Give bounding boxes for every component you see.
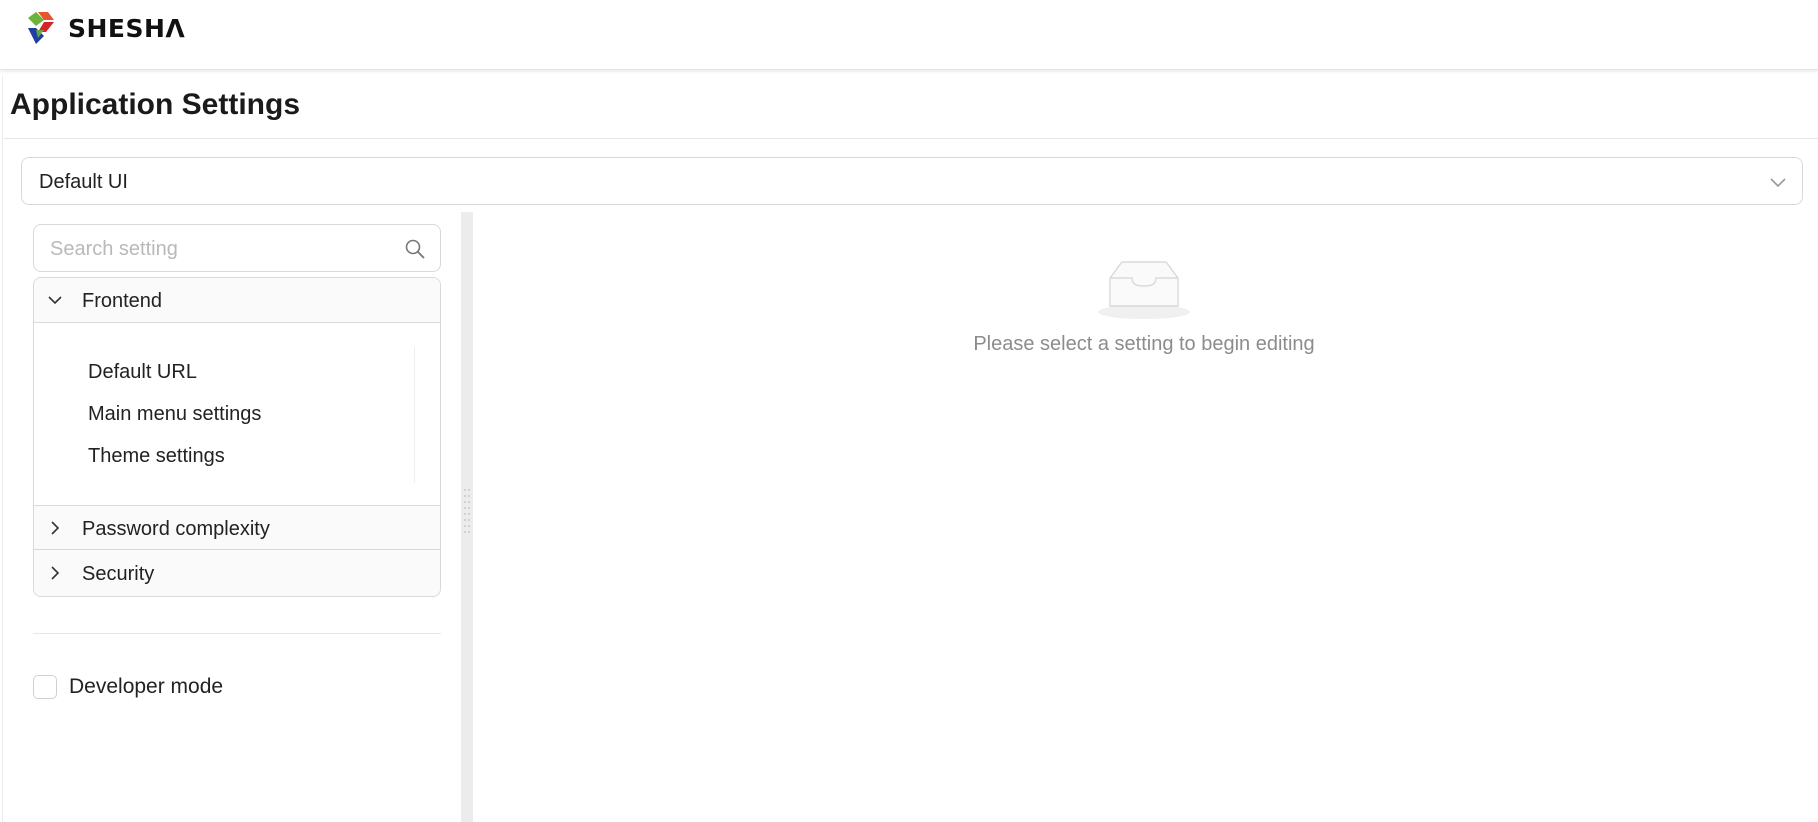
developer-mode-checkbox[interactable] — [33, 675, 57, 699]
logo[interactable]: SHESHΛ — [24, 10, 185, 46]
brand-name: SHESHΛ — [68, 13, 186, 43]
menu-divider — [414, 347, 415, 483]
application-selector-value: Default UI — [39, 171, 128, 193]
search-icon[interactable] — [404, 238, 426, 260]
empty-inbox-icon — [1098, 261, 1190, 319]
sidebar-divider — [33, 633, 441, 634]
empty-state-message: Please select a setting to begin editing — [973, 333, 1315, 355]
search-input[interactable] — [50, 237, 390, 261]
group-label: Security — [82, 563, 155, 585]
group-body-frontend: Default URL Main menu settings Theme set… — [34, 323, 440, 505]
application-selector[interactable]: Default UI — [21, 157, 1803, 205]
top-bar: SHESHΛ — [0, 0, 1818, 70]
drag-handle-icon[interactable] — [463, 488, 471, 536]
developer-mode-label: Developer mode — [69, 675, 224, 698]
group-label: Frontend — [82, 290, 163, 312]
setting-item-default-url[interactable]: Default URL — [88, 361, 197, 384]
group-header-security[interactable]: Security — [34, 551, 440, 596]
group-header-frontend[interactable]: Frontend — [34, 278, 440, 323]
group-header-password-complexity[interactable]: Password complexity — [34, 505, 440, 550]
search-setting-box[interactable] — [33, 224, 441, 272]
chevron-down-icon — [1770, 178, 1786, 188]
sheshta-logo-icon — [28, 12, 54, 44]
page-title: Application Settings — [10, 88, 301, 121]
setting-item-main-menu-settings[interactable]: Main menu settings — [88, 403, 261, 426]
empty-state: Please select a setting to begin editing — [944, 256, 1344, 356]
chevron-right-icon — [51, 566, 60, 580]
group-label: Password complexity — [82, 518, 270, 540]
developer-mode-toggle[interactable]: Developer mode — [33, 675, 223, 699]
setting-item-theme-settings[interactable]: Theme settings — [88, 445, 225, 468]
settings-groups: Frontend Default URL Main menu settings … — [33, 277, 441, 597]
chevron-down-icon — [48, 296, 62, 305]
chevron-right-icon — [51, 521, 60, 535]
title-divider — [4, 138, 1818, 139]
